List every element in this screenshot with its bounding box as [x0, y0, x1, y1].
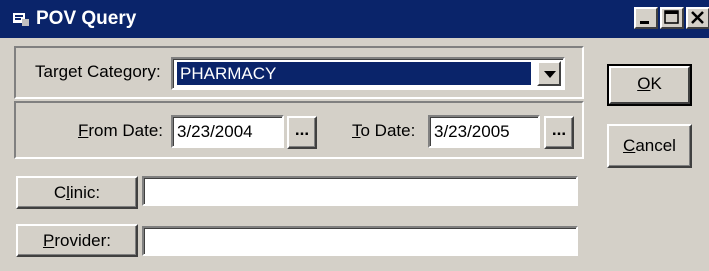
ok-button[interactable]: OK: [607, 64, 692, 106]
maximize-button[interactable]: [660, 7, 684, 29]
clinic-field[interactable]: [142, 176, 578, 206]
close-button[interactable]: [686, 7, 709, 29]
ok-label: OK: [637, 74, 662, 93]
title-bar: POV Query: [0, 0, 709, 38]
minimize-icon: [640, 21, 649, 24]
target-category-dropdown[interactable]: PHARMACY: [171, 57, 565, 90]
clinic-label: Clinic:: [53, 183, 101, 202]
from-date-label: From Date:: [78, 121, 164, 140]
dropdown-button[interactable]: [537, 61, 561, 86]
from-date-picker-button[interactable]: ...: [287, 116, 317, 149]
to-date-label: To Date:: [352, 121, 416, 140]
target-category-label: Target Category:: [35, 62, 161, 81]
window-title: POV Query: [36, 8, 137, 29]
cancel-button[interactable]: Cancel: [607, 124, 692, 168]
app-icon: [13, 13, 29, 26]
from-date-field[interactable]: 3/23/2004: [171, 115, 284, 148]
to-date-field[interactable]: 3/23/2005: [428, 115, 540, 148]
provider-field[interactable]: [142, 226, 578, 256]
provider-label: Provider:: [42, 231, 112, 250]
close-icon: [691, 11, 704, 24]
minimize-button[interactable]: [634, 7, 658, 29]
cancel-label: Cancel: [623, 136, 676, 155]
to-date-picker-button[interactable]: ...: [544, 116, 574, 149]
maximize-icon: [664, 10, 679, 24]
clinic-button[interactable]: Clinic:: [16, 176, 138, 209]
target-category-value: PHARMACY: [177, 62, 531, 85]
chevron-down-icon: [544, 71, 556, 78]
provider-button[interactable]: Provider:: [16, 224, 138, 257]
